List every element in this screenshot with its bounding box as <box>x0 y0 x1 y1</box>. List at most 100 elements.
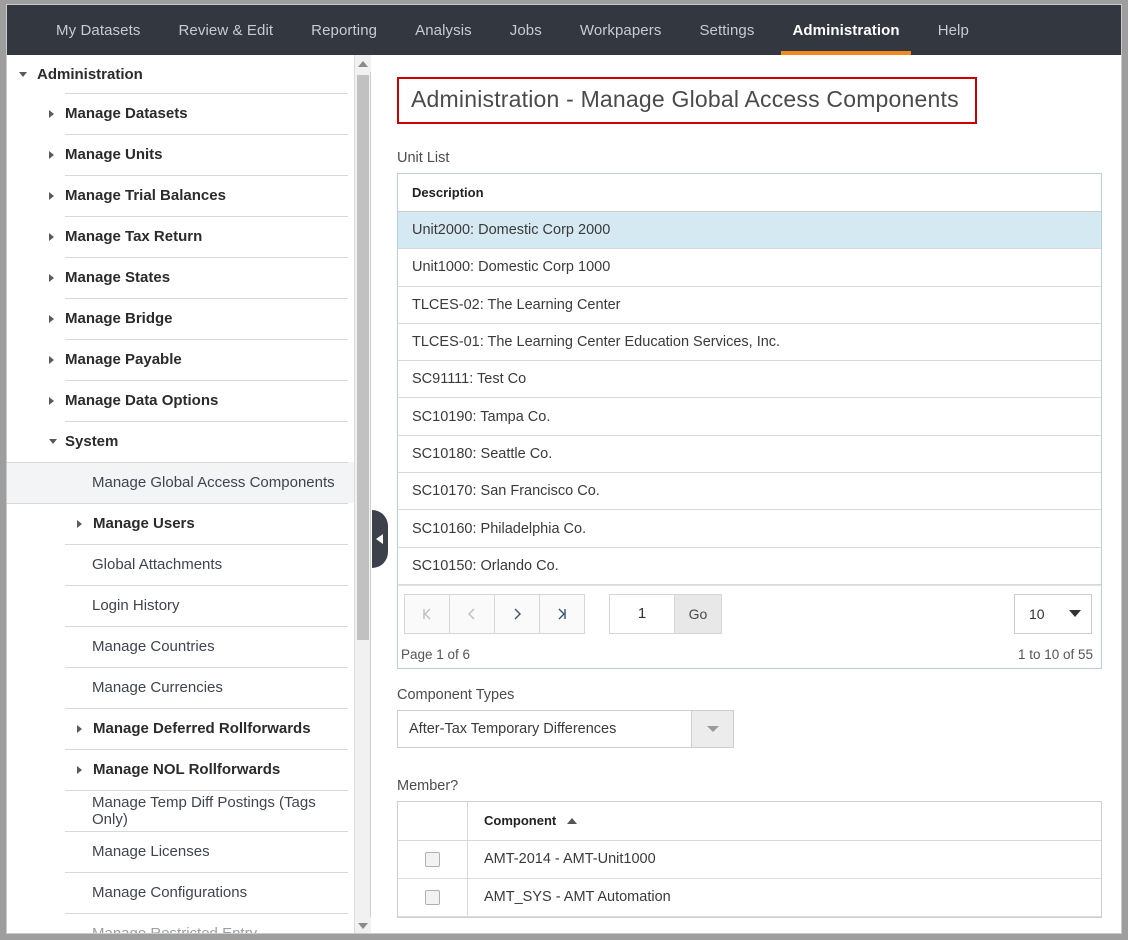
page-size-select[interactable]: 10 <box>1014 593 1092 634</box>
sidebar-item-manage-nol-rollforwards[interactable]: Manage NOL Rollforwards <box>7 749 354 790</box>
sidebar-item-manage-currencies[interactable]: Manage Currencies <box>7 667 354 708</box>
sidebar-item-manage-global-access-components[interactable]: Manage Global Access Components <box>7 462 354 503</box>
nav-tab-analysis[interactable]: Analysis <box>396 5 491 55</box>
member-checkbox[interactable] <box>425 889 440 905</box>
sidebar-separator <box>65 790 348 791</box>
sidebar-item-label: System <box>65 433 119 450</box>
nav-tab-help[interactable]: Help <box>919 5 988 55</box>
chevron-right-icon[interactable] <box>49 355 54 364</box>
nav-tab-my-datasets[interactable]: My Datasets <box>37 5 159 55</box>
component-types-select[interactable]: After-Tax Temporary Differences <box>397 709 734 748</box>
table-row[interactable]: Unit2000: Domestic Corp 2000 <box>398 212 1101 250</box>
table-row[interactable]: Unit1000: Domestic Corp 1000 <box>398 249 1101 287</box>
chevron-right-icon[interactable] <box>77 519 82 528</box>
unit-description: SC10180: Seattle Co. <box>412 445 553 462</box>
table-row[interactable]: AMT-2014 - AMT-Unit1000 <box>398 840 1101 879</box>
main-body: Administration Manage Datasets Manage Uni… <box>7 55 1121 934</box>
sidebar-scrollbar[interactable] <box>354 55 371 933</box>
member-grid-header: Component <box>398 801 1101 841</box>
unit-list-header[interactable]: Description <box>398 174 1101 212</box>
page-number-input[interactable]: 1 <box>609 593 675 634</box>
sidebar-item-label: Login History <box>92 597 180 614</box>
sidebar-item-manage-units[interactable]: Manage Units <box>7 134 354 175</box>
table-row[interactable]: SC10160: Philadelphia Co. <box>398 510 1101 548</box>
table-row[interactable]: SC91111: Test Co <box>398 361 1101 399</box>
sidebar: Administration Manage Datasets Manage Uni… <box>7 55 371 934</box>
nav-tab-jobs[interactable]: Jobs <box>491 5 561 55</box>
unit-list-pager: 1 Go 10 <box>398 584 1101 642</box>
sidebar-item-manage-temp-diff-postings-tags-only[interactable]: Manage Temp Diff Postings (Tags Only) <box>7 790 354 831</box>
member-component-cell: AMT-2014 - AMT-Unit1000 <box>468 841 1101 878</box>
sidebar-item-manage-data-options[interactable]: Manage Data Options <box>7 380 354 421</box>
unit-description: SC10160: Philadelphia Co. <box>412 520 587 537</box>
scroll-up-arrow-icon[interactable] <box>355 55 371 72</box>
chevron-right-icon[interactable] <box>49 109 54 118</box>
sidebar-item-label: Manage Datasets <box>65 105 188 122</box>
nav-tab-workpapers[interactable]: Workpapers <box>561 5 681 55</box>
unit-description: TLCES-02: The Learning Center <box>412 296 621 313</box>
member-component-label: AMT-2014 - AMT-Unit1000 <box>484 851 656 868</box>
sidebar-item-manage-restricted-entry[interactable]: Manage Restricted Entry <box>7 913 354 934</box>
sidebar-item-manage-countries[interactable]: Manage Countries <box>7 626 354 667</box>
sidebar-item-label: Manage Units <box>65 146 163 163</box>
sidebar-item-global-attachments[interactable]: Global Attachments <box>7 544 354 585</box>
last-page-icon <box>558 608 566 620</box>
sidebar-item-manage-datasets[interactable]: Manage Datasets <box>7 93 354 134</box>
sidebar-item-manage-payable[interactable]: Manage Payable <box>7 339 354 380</box>
chevron-right-icon[interactable] <box>77 765 82 774</box>
previous-page-button[interactable] <box>449 593 495 634</box>
table-row[interactable]: SC10190: Tampa Co. <box>398 398 1101 436</box>
chevron-right-icon[interactable] <box>49 150 54 159</box>
sidebar-item-manage-users[interactable]: Manage Users <box>7 503 354 544</box>
chevron-right-icon[interactable] <box>77 724 82 733</box>
nav-tab-label: Administration <box>792 21 900 39</box>
sidebar-item-login-history[interactable]: Login History <box>7 585 354 626</box>
chevron-right-icon[interactable] <box>49 191 54 200</box>
sidebar-separator <box>65 93 348 94</box>
sidebar-collapse-handle[interactable] <box>372 510 388 568</box>
sidebar-item-label: Manage Global Access Components <box>92 474 335 491</box>
table-row[interactable]: AMT_SYS - AMT Automation <box>398 878 1101 917</box>
chevron-right-icon[interactable] <box>49 396 54 405</box>
sidebar-item-manage-licenses[interactable]: Manage Licenses <box>7 831 354 872</box>
last-page-button[interactable] <box>539 593 585 634</box>
sidebar-item-manage-trial-balances[interactable]: Manage Trial Balances <box>7 175 354 216</box>
sidebar-separator <box>65 831 348 832</box>
scroll-down-arrow-icon[interactable] <box>355 917 371 933</box>
sidebar-item-manage-tax-return[interactable]: Manage Tax Return <box>7 216 354 257</box>
sidebar-item-manage-configurations[interactable]: Manage Configurations <box>7 872 354 913</box>
table-row[interactable]: TLCES-01: The Learning Center Education … <box>398 324 1101 362</box>
column-header-component[interactable]: Component <box>468 802 1101 840</box>
sidebar-item-manage-bridge[interactable]: Manage Bridge <box>7 298 354 339</box>
sidebar-item-manage-deferred-rollforwards[interactable]: Manage Deferred Rollforwards <box>7 708 354 749</box>
next-page-button[interactable] <box>494 593 540 634</box>
nav-tab-reporting[interactable]: Reporting <box>292 5 396 55</box>
first-page-button[interactable] <box>404 593 450 634</box>
sidebar-item-system[interactable]: System <box>7 421 354 462</box>
sidebar-item-label: Manage Countries <box>92 638 215 655</box>
nav-tab-settings[interactable]: Settings <box>680 5 773 55</box>
dropdown-arrow-button[interactable] <box>692 709 734 748</box>
sidebar-root-administration[interactable]: Administration <box>7 55 354 93</box>
nav-tab-review-edit[interactable]: Review & Edit <box>159 5 292 55</box>
table-row[interactable]: SC10170: San Francisco Co. <box>398 473 1101 511</box>
chevron-right-icon[interactable] <box>49 232 54 241</box>
table-row[interactable]: SC10180: Seattle Co. <box>398 436 1101 474</box>
table-row[interactable]: TLCES-02: The Learning Center <box>398 287 1101 324</box>
member-checkbox[interactable] <box>425 851 440 867</box>
nav-tab-administration[interactable]: Administration <box>773 5 918 55</box>
chevron-right-icon[interactable] <box>49 273 54 282</box>
go-button[interactable]: Go <box>674 593 722 634</box>
table-row[interactable]: SC10150: Orlando Co. <box>398 548 1101 585</box>
sidebar-item-label: Manage Restricted Entry <box>92 925 258 934</box>
chevron-right-icon <box>514 608 521 620</box>
component-types-value: After-Tax Temporary Differences <box>397 709 692 748</box>
nav-tab-label: Workpapers <box>579 21 662 39</box>
sidebar-item-manage-states[interactable]: Manage States <box>7 257 354 298</box>
sidebar-root-label: Administration <box>37 65 143 83</box>
unit-list-grid: Description Unit2000: Domestic Corp 2000… <box>397 173 1102 669</box>
chevron-down-icon[interactable] <box>49 439 57 444</box>
chevron-right-icon[interactable] <box>49 314 54 323</box>
sidebar-separator <box>65 913 348 914</box>
sidebar-scrollbar-thumb[interactable] <box>357 75 369 640</box>
